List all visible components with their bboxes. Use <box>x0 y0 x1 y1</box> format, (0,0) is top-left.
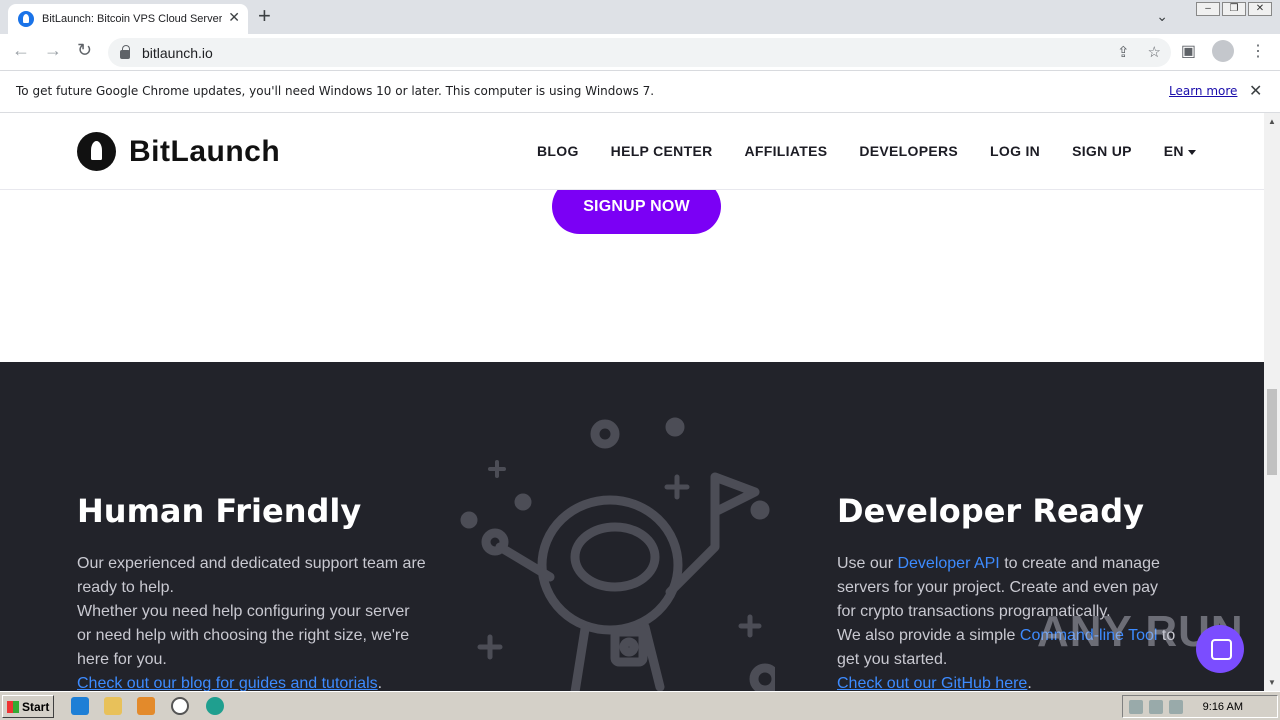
main-nav: BLOG HELP CENTER AFFILIATES DEVELOPERS L… <box>537 143 1196 159</box>
astronaut-illustration <box>460 417 775 691</box>
human-friendly-text: Our experienced and dedicated support te… <box>77 552 427 691</box>
page-viewport: BitLaunch BLOG HELP CENTER AFFILIATES DE… <box>0 113 1264 691</box>
browser-toolbar: ← → ↻ bitlaunch.io ⇪ ☆ ▣ ⋮ <box>0 34 1280 71</box>
network-icon[interactable] <box>1149 700 1163 714</box>
lock-icon[interactable] <box>120 45 130 59</box>
blog-line: Check out our blog for guides and tutori… <box>77 672 427 691</box>
media-player-icon[interactable] <box>137 697 155 715</box>
edge-icon[interactable] <box>206 697 224 715</box>
side-panel-icon[interactable]: ▣ <box>1181 41 1196 61</box>
window-controls: – ❐ ✕ <box>1196 2 1272 16</box>
new-tab-button[interactable]: + <box>258 5 271 27</box>
menu-kebab-icon[interactable]: ⋮ <box>1250 41 1266 61</box>
infobar-message: To get future Google Chrome updates, you… <box>16 84 655 98</box>
reload-icon[interactable]: ↻ <box>77 40 92 61</box>
blog-link-suffix: . <box>377 675 383 691</box>
infobar-close-icon[interactable]: ✕ <box>1249 81 1262 101</box>
nav-affiliates[interactable]: AFFILIATES <box>745 143 828 159</box>
help-paragraph: Whether you need help configuring your s… <box>77 603 410 668</box>
windows-flag-icon <box>7 700 19 713</box>
human-friendly-title: Human Friendly <box>77 492 362 530</box>
nav-sign-up[interactable]: SIGN UP <box>1072 143 1132 159</box>
minimize-button[interactable]: – <box>1196 2 1220 16</box>
tab-search-chevron-icon[interactable]: ⌄ <box>1156 8 1168 25</box>
support-paragraph: Our experienced and dedicated support te… <box>77 555 426 596</box>
page-scrollbar[interactable]: ▲ ▼ <box>1264 113 1280 691</box>
windows-taskbar: Start 9:16 AM <box>0 691 1280 720</box>
learn-more-link[interactable]: Learn more <box>1169 84 1237 98</box>
blog-guides-link[interactable]: Check out our blog for guides and tutori… <box>77 675 378 691</box>
scroll-down-arrow-icon[interactable]: ▼ <box>1268 678 1276 687</box>
site-header: BitLaunch BLOG HELP CENTER AFFILIATES DE… <box>0 113 1264 190</box>
nav-developers[interactable]: DEVELOPERS <box>859 143 958 159</box>
back-arrow-icon[interactable]: ← <box>12 40 30 61</box>
caret-down-icon <box>1187 149 1196 155</box>
tab-strip: BitLaunch: Bitcoin VPS Cloud Servers ✕ +… <box>0 0 1280 34</box>
developer-ready-title: Developer Ready <box>837 492 1145 530</box>
chat-widget-button[interactable] <box>1196 625 1244 673</box>
scrollbar-thumb[interactable] <box>1267 389 1277 475</box>
close-window-button[interactable]: ✕ <box>1248 2 1272 16</box>
internet-explorer-icon[interactable] <box>71 697 89 715</box>
update-infobar: To get future Google Chrome updates, you… <box>0 71 1280 113</box>
start-label: Start <box>22 699 50 714</box>
github-link-suffix: . <box>1027 675 1032 691</box>
chrome-icon[interactable] <box>171 697 189 715</box>
bitlaunch-favicon-icon <box>18 11 34 27</box>
browser-tab[interactable]: BitLaunch: Bitcoin VPS Cloud Servers ✕ <box>8 4 248 34</box>
language-label: EN <box>1163 143 1184 159</box>
nav-help-center[interactable]: HELP CENTER <box>611 143 713 159</box>
url-text[interactable]: bitlaunch.io <box>142 45 213 61</box>
profile-avatar[interactable] <box>1212 40 1234 62</box>
tab-title: BitLaunch: Bitcoin VPS Cloud Servers <box>42 13 222 25</box>
volume-icon[interactable] <box>1129 700 1143 714</box>
developer-api-link[interactable]: Developer API <box>897 555 999 572</box>
site-logo[interactable]: BitLaunch <box>77 132 280 171</box>
github-link[interactable]: Check out our GitHub here <box>837 675 1027 691</box>
github-line: Check out our GitHub here. <box>837 672 1177 691</box>
logo-name: BitLaunch <box>129 134 281 168</box>
api-pre: Use our <box>837 555 898 572</box>
start-button[interactable]: Start <box>2 695 54 718</box>
file-explorer-icon[interactable] <box>104 697 122 715</box>
share-icon[interactable]: ⇪ <box>1117 43 1130 61</box>
tab-close-icon[interactable]: ✕ <box>228 9 240 26</box>
nav-language[interactable]: EN <box>1164 143 1196 159</box>
forward-arrow-icon[interactable]: → <box>44 40 62 61</box>
clock[interactable]: 9:16 AM <box>1203 701 1243 713</box>
bookmark-star-icon[interactable]: ☆ <box>1148 43 1161 61</box>
address-bar[interactable]: bitlaunch.io ⇪ ☆ <box>108 38 1171 67</box>
cli-pre: We also provide a simple <box>837 627 1020 644</box>
features-section: Human Friendly Our experienced and dedic… <box>0 362 1264 691</box>
nav-log-in[interactable]: LOG IN <box>990 143 1040 159</box>
system-tray: 9:16 AM <box>1122 695 1278 718</box>
nav-blog[interactable]: BLOG <box>537 143 579 159</box>
action-center-flag-icon[interactable] <box>1169 700 1183 714</box>
restore-button[interactable]: ❐ <box>1222 2 1246 16</box>
scroll-up-arrow-icon[interactable]: ▲ <box>1268 117 1276 126</box>
rocket-logo-icon <box>77 132 116 171</box>
